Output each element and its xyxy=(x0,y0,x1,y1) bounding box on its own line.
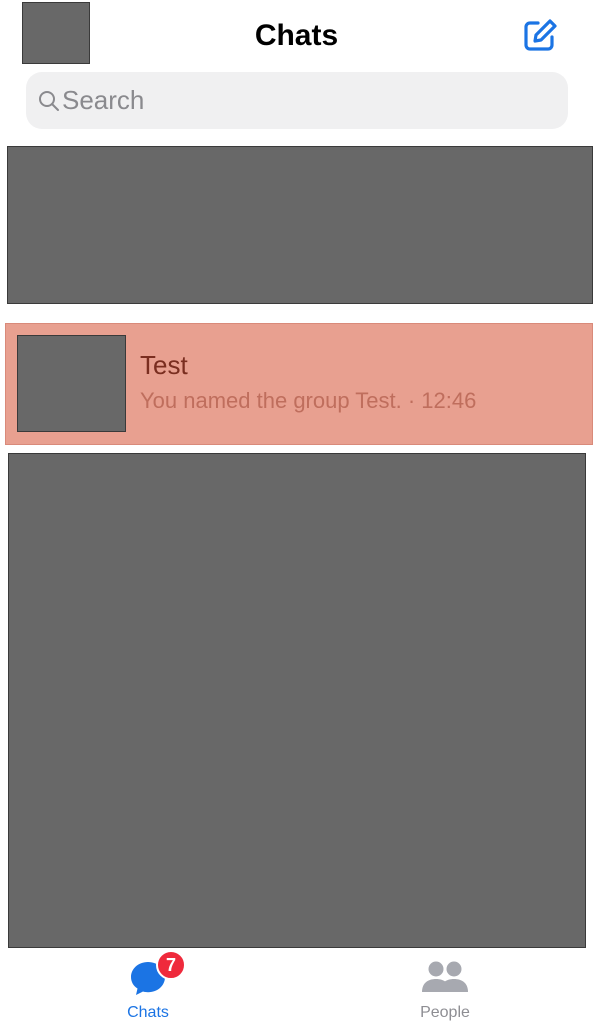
compose-icon xyxy=(524,19,557,51)
search-icon xyxy=(39,90,59,111)
people-icon xyxy=(422,961,468,992)
unread-badge: 7 xyxy=(156,950,186,980)
tab-bar: 7 Chats People xyxy=(0,950,593,1024)
redacted-chat-list-region xyxy=(8,453,586,948)
chat-row[interactable]: Test You named the group Test. · 12:46 xyxy=(5,323,593,445)
tab-label: People xyxy=(420,1004,470,1021)
chat-name: Test xyxy=(140,350,188,380)
chat-last-message: You named the group Test. · 12:46 xyxy=(140,388,477,413)
chat-avatar xyxy=(17,335,126,432)
page-title: Chats xyxy=(254,19,339,52)
compose-button[interactable] xyxy=(519,14,561,56)
tab-label: Chats xyxy=(127,1004,169,1021)
search-input[interactable] xyxy=(62,85,542,116)
search-bar[interactable] xyxy=(26,72,568,129)
redacted-chat-region xyxy=(7,146,593,304)
tab-chats[interactable]: 7 Chats xyxy=(48,950,248,1024)
tab-people[interactable]: People xyxy=(345,950,545,1024)
